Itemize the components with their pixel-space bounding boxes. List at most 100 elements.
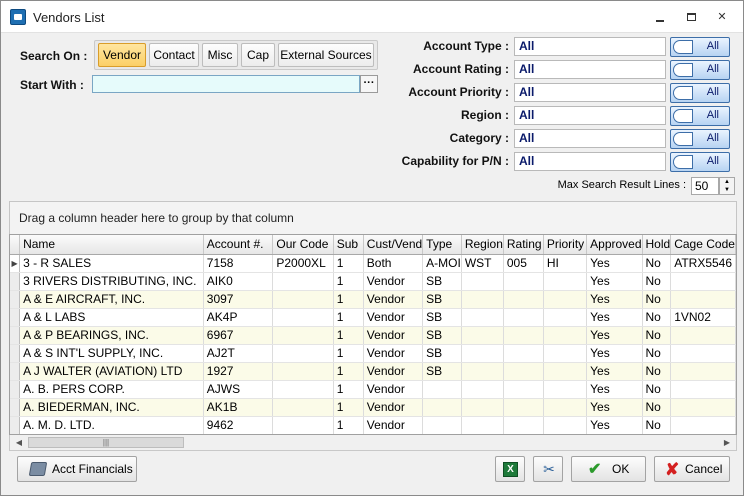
table-cell[interactable]: A. BIEDERMAN, INC. [19, 398, 204, 417]
table-cell[interactable]: Vendor [363, 380, 424, 399]
table-cell[interactable]: 1 [333, 344, 364, 363]
table-cell[interactable]: Vendor [363, 344, 424, 363]
table-cell[interactable] [272, 308, 334, 327]
table-cell[interactable]: A & S INT'L SUPPLY, INC. [19, 344, 204, 363]
table-cell[interactable]: 3 RIVERS DISTRIBUTING, INC. [19, 272, 204, 291]
table-cell[interactable]: AK4P [203, 308, 274, 327]
ok-button[interactable]: ✔ OK [571, 456, 646, 482]
col-header-type[interactable]: Type [422, 235, 462, 255]
table-cell[interactable] [461, 290, 504, 309]
table-cell[interactable]: No [642, 362, 672, 381]
table-cell[interactable] [461, 362, 504, 381]
table-row[interactable]: A. M. D. LTD. 9462 1 Vendor Yes No [10, 416, 736, 434]
table-cell[interactable] [503, 380, 544, 399]
table-cell[interactable] [670, 326, 736, 345]
table-cell[interactable]: 005 [503, 254, 544, 273]
table-cell[interactable] [670, 290, 736, 309]
table-cell[interactable] [503, 344, 544, 363]
table-cell[interactable] [503, 290, 544, 309]
horizontal-scrollbar[interactable]: ◀ ||| ▶ [9, 435, 737, 451]
table-cell[interactable]: Both [363, 254, 424, 273]
table-cell[interactable]: SB [422, 362, 462, 381]
table-cell[interactable]: SB [422, 272, 462, 291]
minimize-button[interactable] [652, 9, 668, 25]
account-rating-field[interactable]: All [514, 60, 666, 79]
table-cell[interactable] [543, 362, 588, 381]
maximize-button[interactable] [684, 9, 700, 25]
table-cell[interactable]: AIK0 [203, 272, 274, 291]
tab-vendor[interactable]: Vendor [98, 43, 146, 67]
col-header-priority[interactable]: Priority [543, 235, 588, 255]
table-cell[interactable] [422, 416, 462, 434]
table-cell[interactable]: 3 - R SALES [19, 254, 204, 273]
table-cell[interactable]: 1927 [203, 362, 274, 381]
table-cell[interactable] [461, 326, 504, 345]
table-cell[interactable] [461, 416, 504, 434]
category-all-button[interactable]: All [670, 129, 730, 149]
scroll-left-icon[interactable]: ◀ [13, 437, 25, 449]
table-cell[interactable]: Vendor [363, 326, 424, 345]
table-cell[interactable] [461, 344, 504, 363]
row-indicator[interactable] [10, 290, 21, 309]
col-header-sub[interactable]: Sub [333, 235, 364, 255]
table-cell[interactable] [272, 290, 334, 309]
table-cell[interactable] [543, 344, 588, 363]
table-cell[interactable]: 1 [333, 290, 364, 309]
region-all-button[interactable]: All [670, 106, 730, 126]
table-cell[interactable] [272, 416, 334, 434]
table-cell[interactable] [503, 308, 544, 327]
table-cell[interactable]: No [642, 290, 672, 309]
table-cell[interactable] [503, 272, 544, 291]
table-cell[interactable]: AK1B [203, 398, 274, 417]
table-cell[interactable]: 1 [333, 380, 364, 399]
max-results-spinner[interactable]: ▲ ▼ [719, 177, 735, 195]
table-cell[interactable]: A J WALTER (AVIATION) LTD [19, 362, 204, 381]
table-cell[interactable]: Vendor [363, 308, 424, 327]
close-button[interactable]: ✕ [714, 9, 730, 25]
region-field[interactable]: All [514, 106, 666, 125]
max-results-input[interactable]: 50 [691, 177, 719, 195]
capability-all-button[interactable]: All [670, 152, 730, 172]
group-by-area[interactable]: Drag a column header here to group by th… [9, 201, 737, 235]
table-cell[interactable] [543, 290, 588, 309]
table-cell[interactable]: A & E AIRCRAFT, INC. [19, 290, 204, 309]
table-cell[interactable] [670, 416, 736, 434]
row-indicator[interactable] [10, 416, 21, 434]
table-cell[interactable]: Yes [586, 380, 643, 399]
col-header-approved[interactable]: Approved [586, 235, 643, 255]
table-cell[interactable]: Yes [586, 326, 643, 345]
table-cell[interactable]: 1 [333, 272, 364, 291]
table-cell[interactable]: No [642, 416, 672, 434]
table-cell[interactable] [670, 362, 736, 381]
table-cell[interactable]: HI [543, 254, 588, 273]
spin-down-icon[interactable]: ▼ [720, 186, 734, 194]
table-cell[interactable] [543, 326, 588, 345]
table-cell[interactable]: A & P BEARINGS, INC. [19, 326, 204, 345]
account-rating-all-button[interactable]: All [670, 60, 730, 80]
table-row[interactable]: A. BIEDERMAN, INC. AK1B 1 Vendor Yes No [10, 398, 736, 417]
table-cell[interactable] [461, 398, 504, 417]
table-cell[interactable]: SB [422, 326, 462, 345]
table-row[interactable]: A J WALTER (AVIATION) LTD 1927 1 Vendor SB Ye… [10, 362, 736, 381]
table-cell[interactable] [503, 398, 544, 417]
spin-up-icon[interactable]: ▲ [720, 178, 734, 186]
table-cell[interactable]: 9462 [203, 416, 274, 434]
table-cell[interactable]: 1 [333, 398, 364, 417]
table-cell[interactable]: Vendor [363, 272, 424, 291]
table-row[interactable]: A. B. PERS CORP. AJWS 1 Vendor Yes No [10, 380, 736, 399]
col-header-cage-code[interactable]: Cage Code [670, 235, 736, 255]
table-cell[interactable]: 3097 [203, 290, 274, 309]
row-indicator[interactable] [10, 272, 21, 291]
table-cell[interactable]: No [642, 272, 672, 291]
table-cell[interactable]: 1 [333, 254, 364, 273]
table-cell[interactable] [670, 344, 736, 363]
table-cell[interactable] [422, 398, 462, 417]
account-priority-all-button[interactable]: All [670, 83, 730, 103]
table-row[interactable]: 3 RIVERS DISTRIBUTING, INC. AIK0 1 Vendor SB… [10, 272, 736, 291]
table-cell[interactable]: Vendor [363, 398, 424, 417]
tab-contact[interactable]: Contact [149, 43, 199, 67]
row-indicator[interactable] [10, 398, 21, 417]
table-cell[interactable]: Yes [586, 290, 643, 309]
table-cell[interactable]: No [642, 398, 672, 417]
col-header-cust-vend[interactable]: Cust/Vend [363, 235, 424, 255]
